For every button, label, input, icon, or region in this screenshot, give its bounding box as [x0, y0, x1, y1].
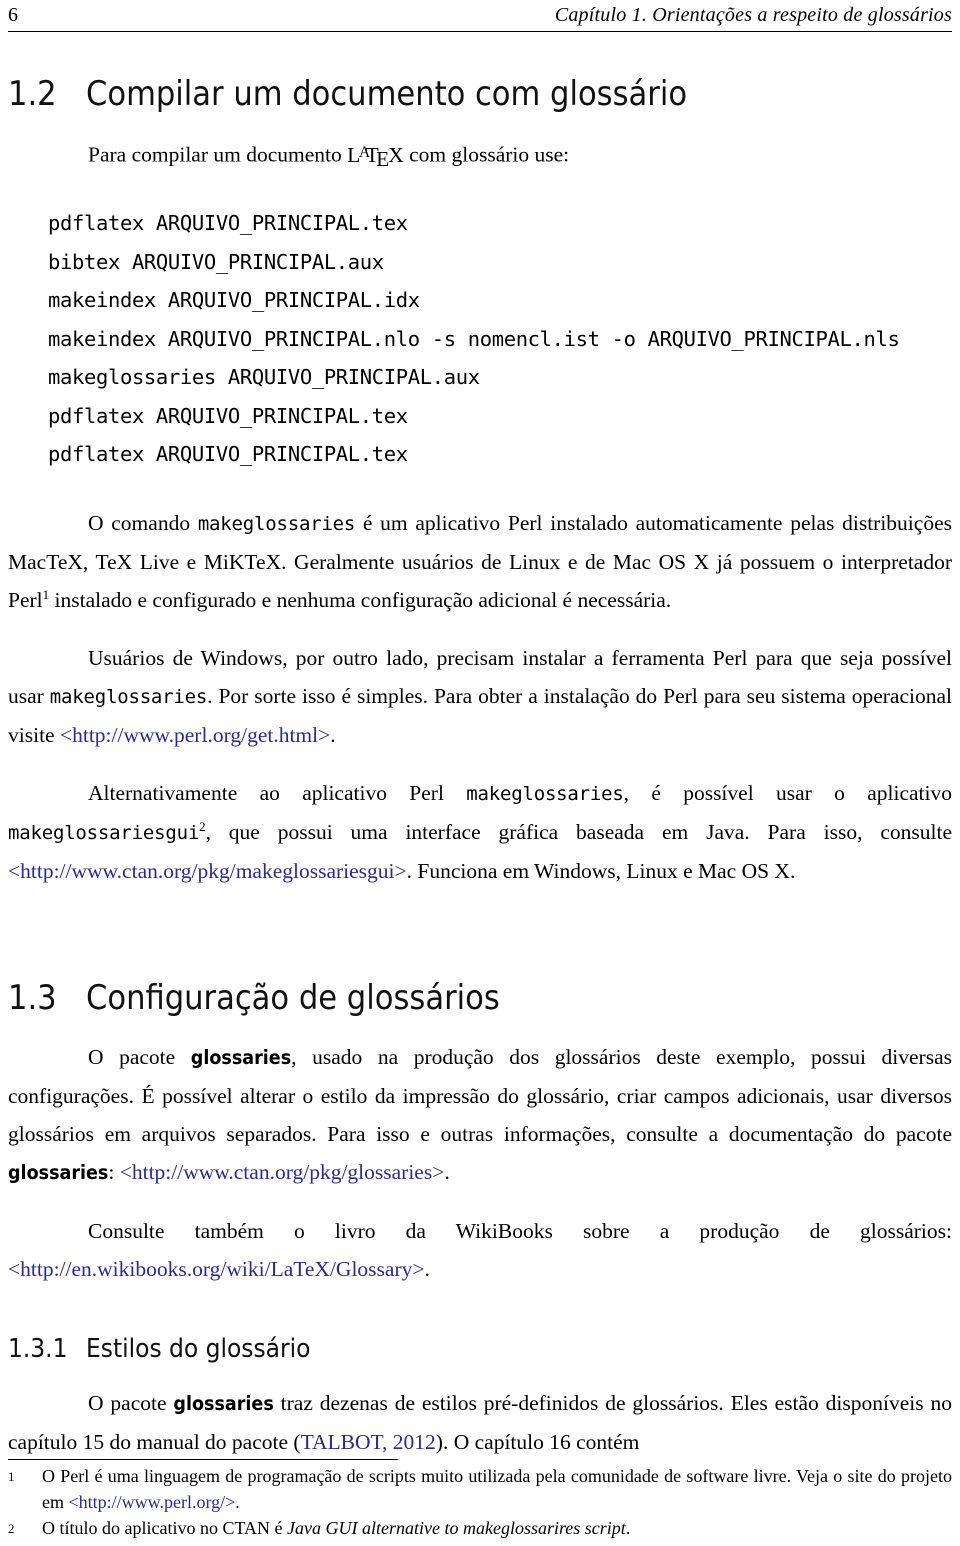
section-heading-1-2: 1.2 Compilar um documento com glossário	[8, 74, 952, 114]
text-run: O título do aplicativo no CTAN é	[42, 1518, 288, 1538]
footnote-number: 1	[8, 1469, 15, 1484]
text-run: .	[444, 1159, 450, 1184]
package-name-glossaries: glossaries	[8, 1160, 109, 1184]
link-wikibooks-glossary[interactable]: <http://en.wikibooks.org/wiki/LaTeX/Glos…	[8, 1257, 424, 1281]
paragraph-makeglossaries: O comando makeglossaries é um aplicativo…	[8, 504, 952, 619]
link-perl-home[interactable]: <http://www.perl.org/>	[69, 1492, 236, 1512]
text-run: , é possível usar o aplicativo	[623, 780, 952, 805]
inline-code-makeglossaries: makeglossaries	[197, 512, 356, 535]
header-rule	[8, 31, 952, 32]
link-ctan-glossaries[interactable]: <http://www.ctan.org/pkg/glossaries>	[120, 1160, 445, 1184]
text-run: :	[108, 1159, 120, 1184]
code-line: pdflatex ARQUIVO_PRINCIPAL.tex	[48, 442, 408, 467]
inline-code-makeglossaries: makeglossaries	[466, 782, 624, 805]
text-run: O comando	[88, 510, 198, 535]
footnote-number: 2	[8, 1521, 15, 1536]
footnote-italic-title: Java GUI alternative to makeglossarires …	[287, 1518, 626, 1538]
text-run: Consulte também o livro da WikiBooks sob…	[88, 1218, 952, 1243]
intro-text-before: Para compilar um documento	[88, 142, 348, 167]
subsection-title: Estilos do glossário	[86, 1333, 311, 1364]
code-line: pdflatex ARQUIVO_PRINCIPAL.tex	[48, 403, 408, 428]
paragraph-wikibooks: Consulte também o livro da WikiBooks sob…	[8, 1212, 952, 1288]
section-title: Configuração de glossários	[86, 977, 500, 1018]
running-header: 6 Capítulo 1. Orientações a respeito de …	[8, 0, 952, 26]
code-line: pdflatex ARQUIVO_PRINCIPAL.tex	[48, 211, 408, 236]
footnote-area: 1 O Perl é uma linguagem de programação …	[8, 1459, 952, 1542]
text-run: .	[330, 722, 336, 747]
text-run: .	[625, 1518, 631, 1538]
section-title: Compilar um documento com glossário	[86, 74, 688, 114]
section-number: 1.3	[8, 977, 57, 1018]
footnote-1: 1 O Perl é uma linguagem de programação …	[8, 1463, 952, 1515]
footnote-text: O título do aplicativo no CTAN é Java GU…	[42, 1515, 952, 1542]
link-ctan-makeglossariesgui[interactable]: <http://www.ctan.org/pkg/makeglossariesg…	[8, 859, 407, 883]
code-line: makeindex ARQUIVO_PRINCIPAL.idx	[48, 288, 420, 313]
text-run: .	[235, 1492, 240, 1512]
footnote-rule	[8, 1459, 398, 1460]
inline-code-makeglossariesgui: makeglossariesgui	[8, 821, 200, 844]
paragraph-windows: Usuários de Windows, por outro lado, pre…	[8, 639, 952, 754]
link-perl-get[interactable]: <http://www.perl.org/get.html>	[60, 723, 330, 747]
intro-text-after: com glossário use:	[403, 142, 570, 167]
package-name-glossaries: glossaries	[173, 1391, 274, 1415]
code-block: pdflatex ARQUIVO_PRINCIPAL.tex bibtex AR…	[8, 204, 952, 474]
latex-logo: LATEX	[347, 142, 404, 172]
document-page: 6 Capítulo 1. Orientações a respeito de …	[0, 0, 960, 1546]
subsection-number: 1.3.1	[8, 1333, 68, 1364]
footnote-text: O Perl é uma linguagem de programação de…	[42, 1463, 952, 1515]
paragraph-makeglossariesgui: Alternativamente ao aplicativo Perl make…	[8, 774, 952, 890]
citation-talbot[interactable]: TALBOT, 2012	[301, 1430, 436, 1454]
section-heading-1-3: 1.3 Configuração de glossários	[8, 978, 952, 1018]
package-name-glossaries: glossaries	[190, 1045, 292, 1069]
footnote-2: 2 O título do aplicativo no CTAN é Java …	[8, 1515, 952, 1542]
text-run: , que possui uma interface gráfica basea…	[205, 819, 952, 844]
paragraph-intro: Para compilar um documento LATEX com glo…	[8, 134, 952, 178]
page-number: 6	[8, 4, 18, 26]
chapter-title: Capítulo 1. Orientações a respeito de gl…	[554, 4, 952, 26]
paragraph-config: O pacote glossaries, usado na produção d…	[8, 1038, 952, 1192]
paragraph-styles: O pacote glossaries traz dezenas de esti…	[8, 1384, 952, 1461]
text-run: .	[424, 1256, 430, 1281]
text-run: instalado e configurado e nenhuma config…	[49, 587, 672, 612]
subsection-heading-1-3-1: 1.3.1 Estilos do glossário	[8, 1334, 952, 1364]
text-run: Alternativamente ao aplicativo Perl	[88, 780, 467, 805]
code-line: bibtex ARQUIVO_PRINCIPAL.aux	[48, 249, 384, 274]
text-run: O pacote	[88, 1044, 191, 1069]
text-run: ). O capítulo 16 contém	[435, 1429, 640, 1454]
text-run: . Funciona em Windows, Linux e Mac OS X.	[406, 858, 796, 883]
text-run: O pacote	[88, 1390, 174, 1415]
code-line: makeglossaries ARQUIVO_PRINCIPAL.aux	[48, 365, 480, 390]
section-number: 1.2	[8, 74, 57, 114]
code-line: makeindex ARQUIVO_PRINCIPAL.nlo -s nomen…	[48, 326, 900, 351]
inline-code-makeglossaries: makeglossaries	[49, 685, 208, 708]
